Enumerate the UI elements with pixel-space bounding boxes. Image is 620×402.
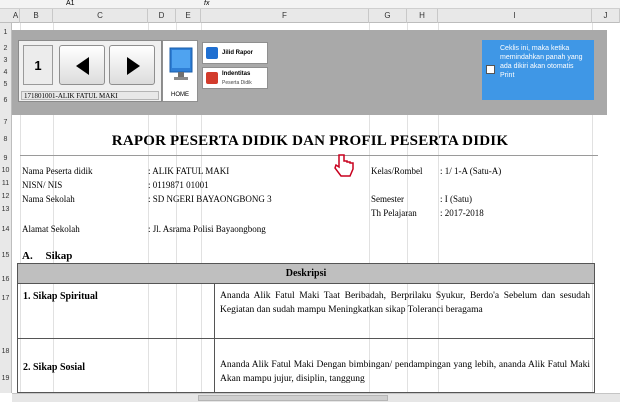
row-header[interactable]: 5 [0,81,11,88]
alamat-label: Alamat Sekolah [22,224,80,234]
row-header[interactable]: 12 [0,193,11,200]
column-headers: A B C D E F G H I J [0,9,620,23]
row-header[interactable]: 17 [0,295,11,302]
row-header[interactable]: 1 [0,29,11,36]
nama-value: : ALIK FATUL MAKI [148,166,230,176]
nama-label: Nama Peserta didik [22,166,93,176]
row-header[interactable]: 18 [0,348,11,355]
row-header[interactable]: 14 [0,226,11,233]
column-header[interactable]: B [20,9,53,23]
hand-cursor-icon [334,154,354,177]
auto-print-note: Ceklis ini, maka ketika memindahkan pana… [482,40,594,100]
row-header[interactable]: 13 [0,206,11,213]
auto-print-text: Ceklis ini, maka ketika memindahkan pana… [500,45,583,79]
row-header[interactable]: 9 [0,155,11,162]
row-header[interactable]: 16 [0,276,11,283]
row-header[interactable]: 11 [0,180,11,187]
navigation-box: 1 171801001-ALIK FATUL MAKI [18,40,162,102]
row-description-sosial: Ananda Alik Fatul Maki Dengan bimbingan/… [220,360,590,384]
horizontal-scrollbar[interactable] [12,393,620,402]
row-header[interactable]: 3 [0,57,11,64]
section-heading: A. Sikap [22,250,72,262]
row-header[interactable]: 2 [0,45,11,52]
sekolah-label: Nama Sekolah [22,194,75,204]
triangle-right-icon [127,57,140,75]
semester-label: Semester [371,194,404,204]
outlook-icon [206,47,218,59]
title-underline [20,155,598,156]
monitor-icon [169,47,193,80]
row-description-spiritual: Ananda Alik Fatul Maki Taat Beribadah, B… [220,291,590,315]
control-panel: 1 171801001-ALIK FATUL MAKI HOME Jilid R… [12,30,607,115]
column-header[interactable]: H [407,9,438,23]
fx-label: fx [204,0,210,7]
jilid-rapor-button[interactable]: Jilid Rapor [202,42,268,64]
kelas-label: Kelas/Rombel [371,166,423,176]
kelas-value: : 1/ 1-A (Satu-A) [440,166,502,176]
nisn-label: NISN/ NIS [22,180,63,190]
tahun-value: : 2017-2018 [440,208,484,218]
formula-bar: A1 fx [0,0,620,9]
row-header[interactable]: 19 [0,375,11,382]
nisn-value: : 0119871 01001 [148,180,209,190]
row-headers: 1 2 3 4 5 6 7 8 9 10 11 12 13 14 15 16 1… [0,23,12,393]
next-button[interactable] [109,45,155,85]
home-label: HOME [171,92,189,98]
identitas-sub-label: Peserta Didik [222,80,252,86]
alamat-value: : Jl. Asrama Polisi Bayaongbong [148,224,266,234]
column-header[interactable]: J [592,9,620,23]
section-letter: A. [22,250,33,262]
table-divider [18,338,594,339]
row-header[interactable]: 10 [0,167,11,174]
id-card-icon [206,72,218,84]
semester-value: : I (Satu) [440,194,472,204]
triangle-left-icon [76,57,89,75]
row-label-spiritual: 1. Sikap Spiritual [23,291,98,302]
scrollbar-thumb[interactable] [198,395,388,401]
table-header: Deskripsi [18,264,594,284]
row-header[interactable]: 7 [0,119,11,126]
column-header[interactable]: C [53,9,148,23]
column-header[interactable]: G [369,9,407,23]
column-header[interactable]: A [12,9,20,23]
column-header[interactable]: F [201,9,369,23]
name-box[interactable]: A1 [38,0,158,8]
sikap-table: Deskripsi 1. Sikap Spiritual Ananda Alik… [17,263,595,394]
auto-print-checkbox[interactable] [486,65,495,74]
section-title: Sikap [45,250,73,262]
column-header[interactable]: I [438,9,592,23]
row-header[interactable]: 15 [0,252,11,259]
student-selector[interactable]: 171801001-ALIK FATUL MAKI [21,91,159,100]
column-header[interactable]: E [176,9,201,23]
jilid-rapor-label: Jilid Rapor [222,50,254,56]
page-number: 1 [23,45,53,85]
tahun-label: Th Pelajaran [371,208,417,218]
column-header[interactable]: D [148,9,176,23]
report-title: RAPOR PESERTA DIDIK DAN PROFIL PESERTA D… [111,133,509,149]
table-divider [214,284,215,394]
identitas-button[interactable]: Indentitas Peserta Didik [202,67,268,89]
identitas-label: Indentitas [222,71,251,77]
row-label-sosial: 2. Sikap Sosial [23,362,85,373]
previous-button[interactable] [59,45,105,85]
sekolah-value: : SD NGERI BAYAONGBONG 3 [148,194,272,204]
home-button[interactable]: HOME [162,40,198,102]
row-header[interactable]: 6 [0,97,11,104]
row-header[interactable]: 4 [0,69,11,76]
